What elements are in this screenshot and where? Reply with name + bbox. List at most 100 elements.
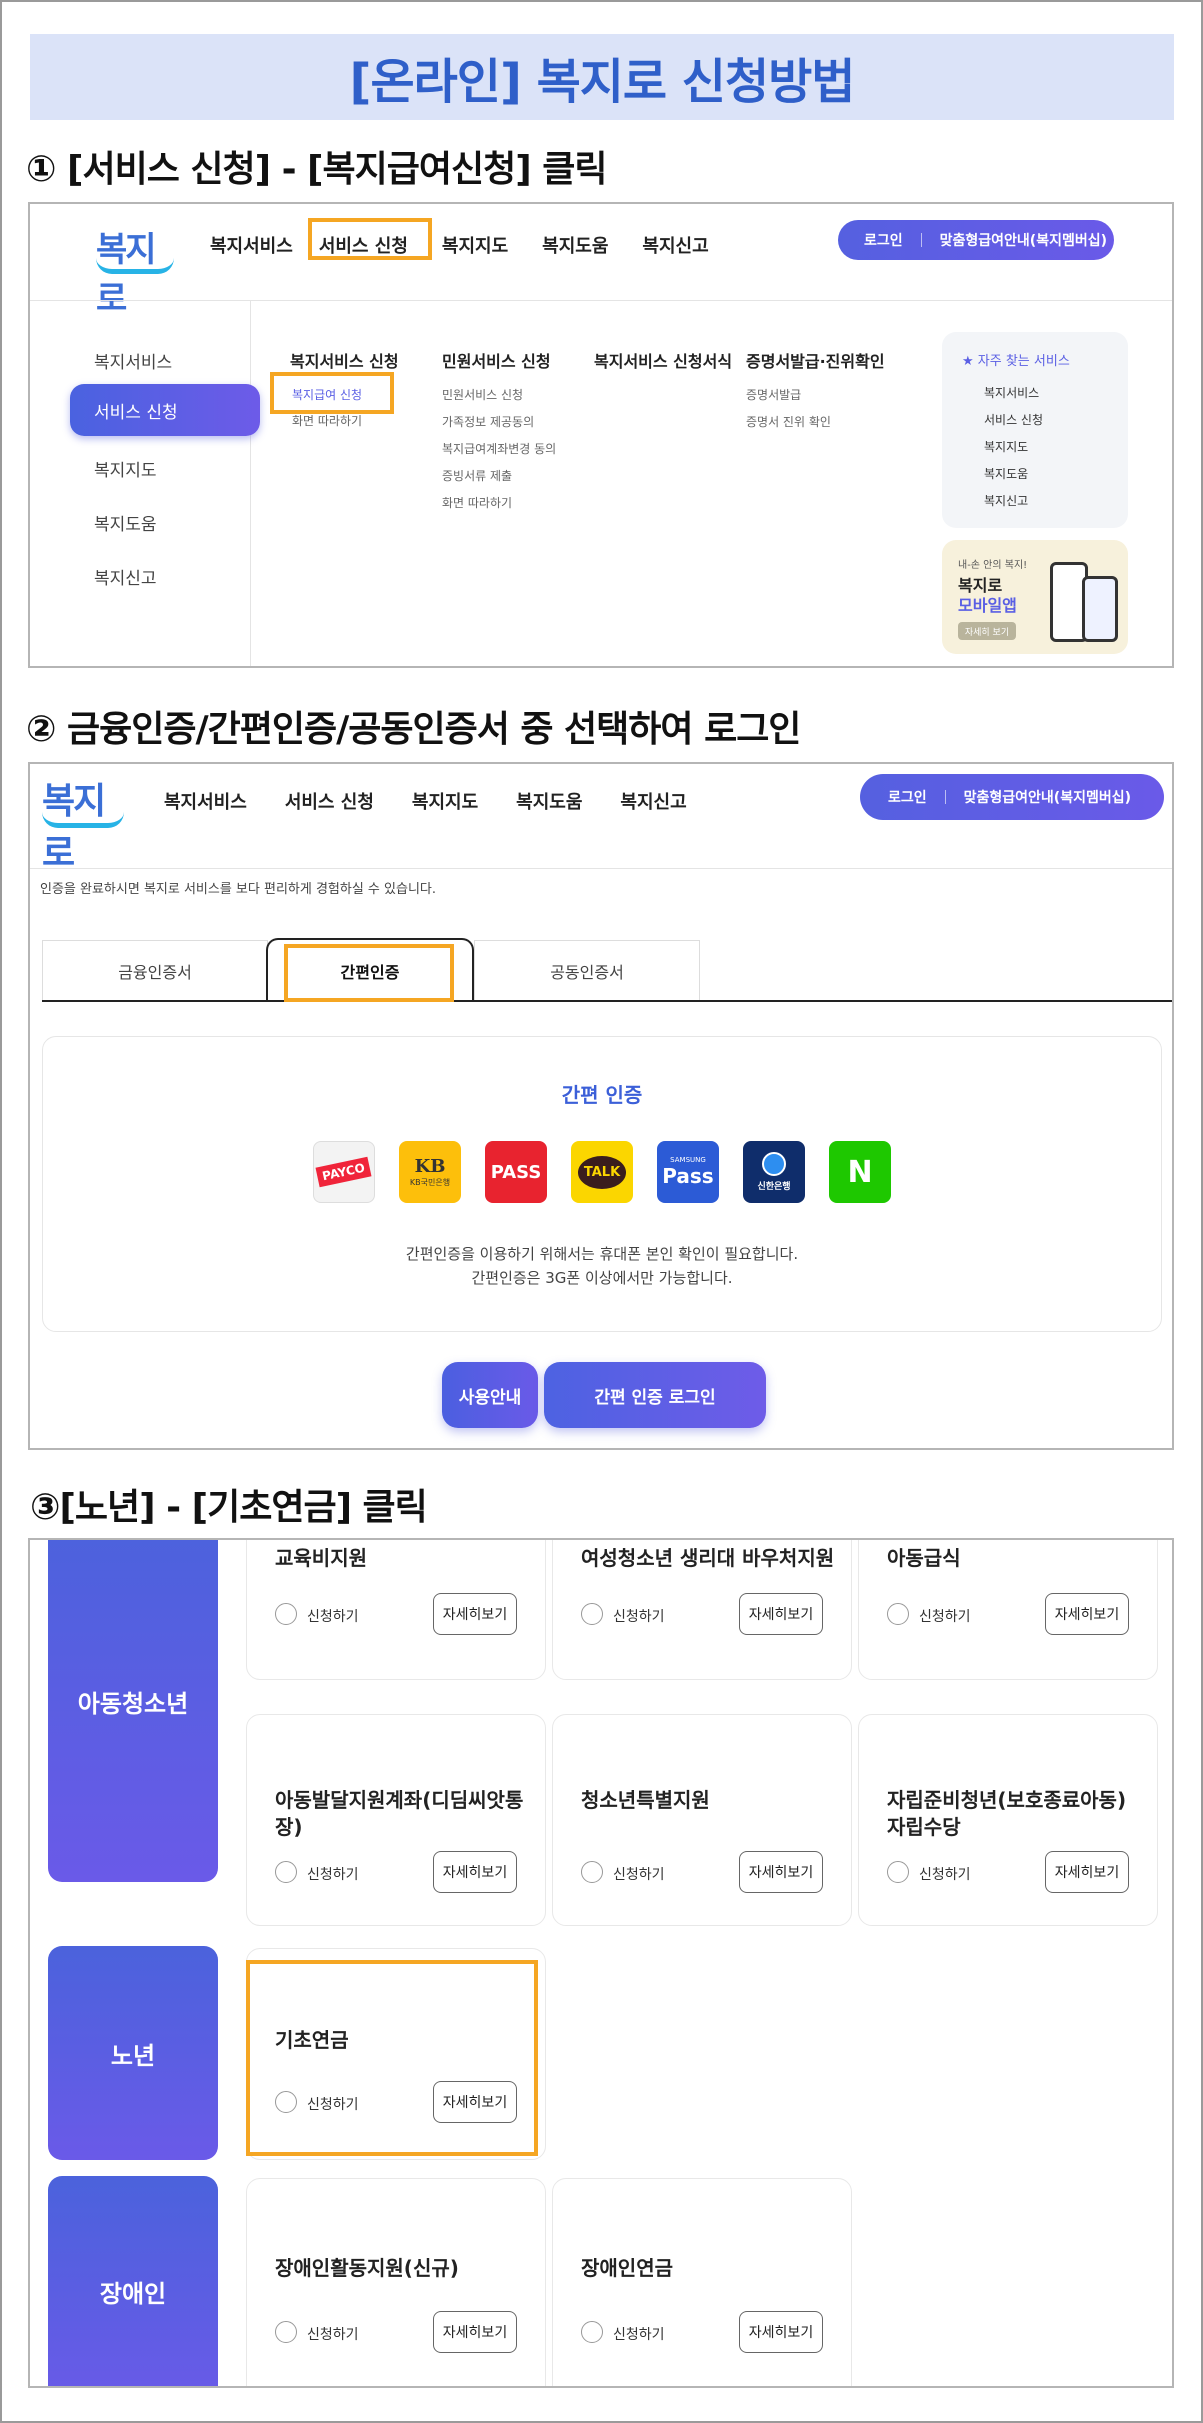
card-disability-pension[interactable]: 장애인연금 신청하기 자세히보기 (552, 2178, 852, 2386)
apply-radio[interactable] (581, 1861, 603, 1883)
side-welfare-report[interactable]: 복지신고 (94, 564, 157, 589)
custom-info-link[interactable]: 맞춤형급여안내(복지멤버십) (940, 230, 1107, 250)
simple-auth-desc-2: 간편인증은 3G폰 이상에서만 가능합니다. (471, 1269, 733, 1287)
detail-button[interactable]: 자세히보기 (433, 2311, 517, 2353)
card-title: 청소년특별지원 (581, 1788, 710, 1812)
tab-joint-cert[interactable]: 공동인증서 (474, 940, 700, 1000)
nav2-welfare-service[interactable]: 복지서비스 (164, 788, 247, 814)
step-2-label: ② 금융인증/간편인증/공동인증서 중 선택하여 로그인 (26, 709, 801, 750)
phone-icon-2 (1082, 576, 1118, 642)
nav-welfare-report[interactable]: 복지신고 (642, 232, 708, 258)
category-disabled[interactable]: 장애인 (48, 2176, 218, 2386)
custom-info-link-2[interactable]: 맞춤형급여안내(복지멤버십) (964, 787, 1131, 807)
login-link-2[interactable]: 로그인 (888, 787, 927, 807)
nav-welfare-service[interactable]: 복지서비스 (210, 232, 293, 258)
col-forms-title[interactable]: 복지서비스 신청서식 (594, 348, 732, 372)
nav-welfare-help[interactable]: 복지도움 (542, 232, 608, 258)
services-screenshot-panel: 아동청소년 노년 장애인 교육비지원 신청하기 자세히보기 여성청소년 생리대 … (28, 1538, 1174, 2388)
card-child-meal[interactable]: 아동급식 신청하기 자세히보기 (858, 1540, 1158, 1680)
category-children-youth[interactable]: 아동청소년 (48, 1540, 218, 1882)
nav2-welfare-map[interactable]: 복지지도 (412, 788, 478, 814)
detail-button[interactable]: 자세히보기 (739, 2311, 823, 2353)
apply-radio[interactable] (887, 1861, 909, 1883)
category-elderly[interactable]: 노년 (48, 1946, 218, 2160)
fav-item-4[interactable]: 복지도움 (984, 465, 1028, 482)
fav-item-3[interactable]: 복지지도 (984, 438, 1028, 455)
card-independence-allowance[interactable]: 자립준비청년(보호종료아동) 자립수당 신청하기 자세히보기 (858, 1714, 1158, 1926)
logo-swoosh-icon (96, 258, 174, 274)
app-title-2: 모바일앱 (958, 596, 1017, 615)
card-disability-activity[interactable]: 장애인활동지원(신규) 신청하기 자세히보기 (246, 2178, 546, 2386)
tab-financial-cert[interactable]: 금융인증서 (42, 940, 268, 1000)
link-certificate-verify[interactable]: 증명서 진위 확인 (746, 413, 831, 430)
apply-label: 신청하기 (307, 2327, 359, 2343)
tab-underline (42, 1000, 1172, 1002)
col-civil-apply-title[interactable]: 민원서비스 신청 (442, 348, 551, 372)
simple-auth-box: 간편 인증 PAYCO KB KB국민은행 PASS TALK SAMSUNG … (42, 1036, 1162, 1332)
nav2-service-apply[interactable]: 서비스 신청 (285, 788, 374, 814)
side-welfare-help[interactable]: 복지도움 (94, 510, 157, 535)
apply-radio[interactable] (581, 1603, 603, 1625)
simple-auth-desc-1: 간편인증을 이용하기 위해서는 휴대폰 본인 확인이 필요합니다. (405, 1245, 799, 1263)
login-notice: 인증을 완료하시면 복지로 서비스를 보다 편리하게 경험하실 수 있습니다. (40, 882, 436, 897)
col-welfare-apply-title[interactable]: 복지서비스 신청 (290, 348, 399, 372)
nav-welfare-map[interactable]: 복지지도 (442, 232, 508, 258)
header-pill-2: 로그인 맞춤형급여안내(복지멤버십) (860, 774, 1164, 820)
detail-button[interactable]: 자세히보기 (1045, 1593, 1129, 1635)
detail-button[interactable]: 자세히보기 (433, 1593, 517, 1635)
link-screen-guide-1[interactable]: 화면 따라하기 (292, 412, 362, 429)
samsung-pass-icon[interactable]: SAMSUNG Pass (657, 1141, 719, 1203)
header-pill: 로그인 맞춤형급여안내(복지멤버십) (838, 220, 1114, 260)
pass-icon[interactable]: PASS (485, 1141, 547, 1203)
link-document-submit[interactable]: 증빙서류 제출 (442, 467, 512, 484)
link-civil-apply[interactable]: 민원서비스 신청 (442, 386, 523, 403)
card-youth-special[interactable]: 청소년특별지원 신청하기 자세히보기 (552, 1714, 852, 1926)
nav2-welfare-report[interactable]: 복지신고 (620, 788, 686, 814)
apply-radio[interactable] (275, 2321, 297, 2343)
link-account-change[interactable]: 복지급여계좌변경 동의 (442, 440, 556, 457)
fav-item-5[interactable]: 복지신고 (984, 492, 1028, 509)
bokjiro-logo[interactable]: 복지로 (96, 222, 174, 319)
card-education-support[interactable]: 교육비지원 신청하기 자세히보기 (246, 1540, 546, 1680)
highlight-simple-auth (284, 944, 454, 1002)
apply-radio[interactable] (275, 1861, 297, 1883)
page-banner: [온라인] 복지로 신청방법 (30, 34, 1174, 120)
detail-button[interactable]: 자세히보기 (739, 1593, 823, 1635)
apply-label: 신청하기 (919, 1609, 971, 1625)
fav-item-2[interactable]: 서비스 신청 (984, 411, 1043, 428)
detail-button[interactable]: 자세히보기 (1045, 1851, 1129, 1893)
mobile-app-banner[interactable]: 내-손 안의 복지! 복지로 모바일앱 자세히 보기 (942, 540, 1128, 654)
login-link[interactable]: 로그인 (864, 230, 903, 250)
side-welfare-map[interactable]: 복지지도 (94, 456, 157, 481)
simple-auth-login-button[interactable]: 간편 인증 로그인 (544, 1362, 766, 1428)
link-certificate-issue[interactable]: 증명서발급 (746, 386, 801, 403)
favorite-services-box: ★ 자주 찾는 서비스 복지서비스 서비스 신청 복지지도 복지도움 복지신고 (942, 332, 1128, 528)
col-certificate-title[interactable]: 증명서발급·진위확인 (746, 348, 885, 372)
simple-auth-title: 간편 인증 (561, 1083, 643, 1107)
app-detail-button[interactable]: 자세히 보기 (958, 622, 1016, 640)
side-welfare-service[interactable]: 복지서비스 (94, 348, 172, 373)
apply-radio[interactable] (275, 1603, 297, 1625)
detail-button[interactable]: 자세히보기 (433, 1851, 517, 1893)
side-service-apply-active[interactable]: 서비스 신청 (70, 384, 260, 436)
link-family-consent[interactable]: 가족정보 제공동의 (442, 413, 534, 430)
card-title: 교육비지원 (275, 1546, 367, 1570)
highlight-service-apply (308, 218, 432, 260)
bokjiro-logo-2[interactable]: 복지로 (42, 772, 124, 874)
nav2-welfare-help[interactable]: 복지도움 (516, 788, 582, 814)
link-screen-guide-2[interactable]: 화면 따라하기 (442, 494, 512, 511)
card-didim-seed[interactable]: 아동발달지원계좌(디딤씨앗통장) 신청하기 자세히보기 (246, 1714, 546, 1926)
fav-item-1[interactable]: 복지서비스 (984, 384, 1039, 401)
payco-icon[interactable]: PAYCO (313, 1141, 375, 1203)
kakao-talk-icon[interactable]: TALK (571, 1141, 633, 1203)
apply-radio[interactable] (887, 1603, 909, 1625)
apply-radio[interactable] (581, 2321, 603, 2343)
logo-swoosh-icon-2 (42, 812, 124, 828)
main-nav: 복지서비스 서비스 신청 복지지도 복지도움 복지신고 (210, 232, 709, 258)
card-sanitary-voucher[interactable]: 여성청소년 생리대 바우처지원 신청하기 자세히보기 (552, 1540, 852, 1680)
naver-icon[interactable]: N (829, 1141, 891, 1203)
kb-bank-icon[interactable]: KB KB국민은행 (399, 1141, 461, 1203)
usage-guide-button[interactable]: 사용안내 (442, 1362, 538, 1428)
shinhan-bank-icon[interactable]: 신한은행 (743, 1141, 805, 1203)
detail-button[interactable]: 자세히보기 (739, 1851, 823, 1893)
